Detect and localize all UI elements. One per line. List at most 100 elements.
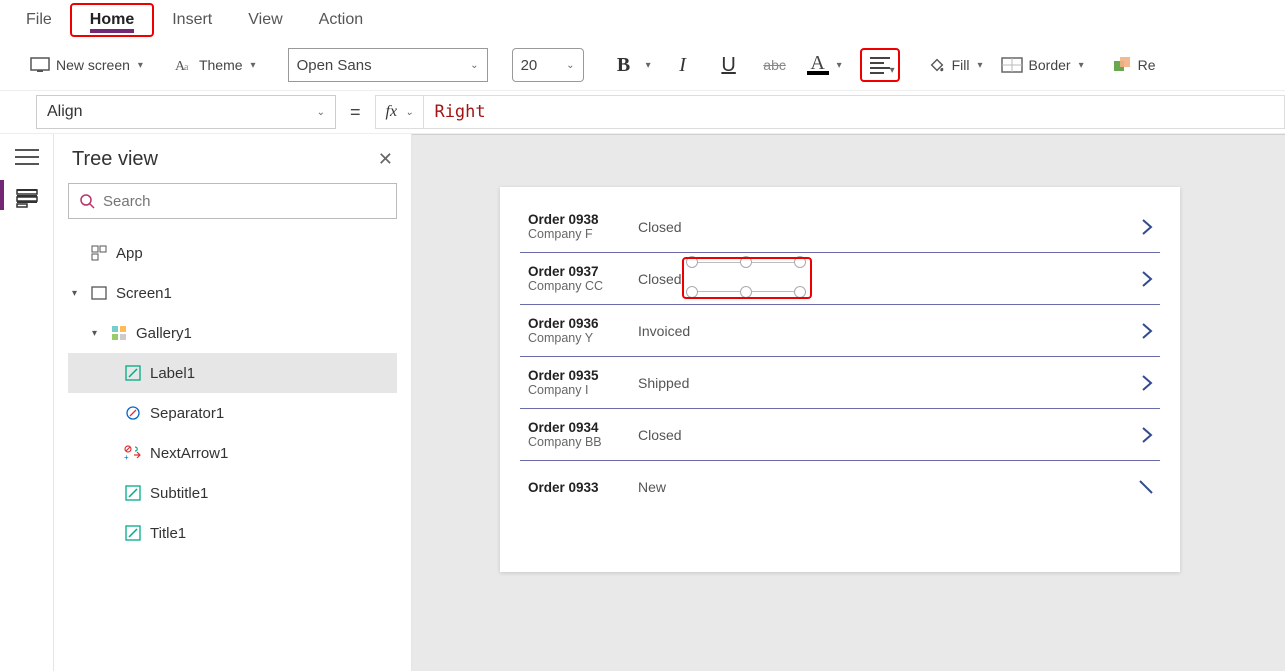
theme-button[interactable]: Aa Theme ▾ (175, 57, 256, 73)
order-status: Invoiced (638, 323, 1140, 339)
label-icon (124, 365, 142, 381)
underline-button[interactable]: U (715, 54, 743, 77)
tree-view-rail-button[interactable] (15, 186, 39, 204)
order-status: Closed (638, 219, 1140, 235)
gallery-row[interactable]: Order 0934Company BBClosed (520, 409, 1160, 461)
tree-search-input[interactable] (103, 193, 386, 210)
caret-icon: ▾ (92, 328, 102, 339)
next-arrow-icon[interactable] (1140, 425, 1154, 445)
chevron-down-icon: ▾ (837, 60, 842, 71)
next-arrow-icon[interactable] (1140, 321, 1154, 341)
tree-item-subtitle1[interactable]: Subtitle1 (68, 473, 397, 513)
label-icon (124, 485, 142, 501)
gallery-row[interactable]: Order 0938Company FClosed (520, 201, 1160, 253)
tab-action[interactable]: Action (301, 5, 381, 35)
svg-text:a: a (184, 62, 189, 73)
tree-item-separator1[interactable]: Separator1 (68, 393, 397, 433)
border-icon (1001, 57, 1023, 73)
font-size-value: 20 (521, 57, 538, 74)
font-color-button[interactable]: A ▾ (807, 55, 842, 75)
fx-button[interactable]: fx ⌄ (375, 95, 425, 129)
tree-item-app[interactable]: App (68, 233, 397, 273)
chevron-down-icon: ▾ (251, 60, 256, 71)
gallery-row[interactable]: Order 0936Company YInvoiced (520, 305, 1160, 357)
next-arrow-icon[interactable] (1140, 269, 1154, 289)
bold-button[interactable]: B▾ (610, 54, 651, 77)
gallery-row[interactable]: Order 0933New (520, 461, 1160, 513)
gallery-row[interactable]: Order 0937Company CCClosed (520, 253, 1160, 305)
fill-icon (928, 56, 946, 74)
order-title: Order 0938 (528, 212, 638, 227)
tab-home[interactable]: Home (70, 3, 154, 37)
next-arrow-icon[interactable] (1140, 217, 1154, 237)
tree-item-label1[interactable]: Label1 (68, 353, 397, 393)
order-status: Shipped (638, 375, 1140, 391)
tree-item-screen1[interactable]: ▾ Screen1 (68, 273, 397, 313)
app-icon (90, 245, 108, 261)
tree-item-label: App (116, 245, 143, 262)
reorder-label: Re (1138, 57, 1156, 73)
tree-item-label: Subtitle1 (150, 485, 208, 502)
tab-view[interactable]: View (230, 5, 300, 35)
reorder-icon (1112, 55, 1132, 75)
border-button[interactable]: Border ▾ (1001, 57, 1084, 73)
workspace: Tree view ✕ App ▾ Screen1 (0, 134, 1285, 671)
tree-item-gallery1[interactable]: ▾ Gallery1 (68, 313, 397, 353)
nextarrow-icon: + (124, 445, 142, 461)
chevron-down-icon: ▾ (890, 65, 895, 76)
tree-item-label: NextArrow1 (150, 445, 228, 462)
tree-view-panel: Tree view ✕ App ▾ Screen1 (54, 134, 412, 671)
fill-button[interactable]: Fill ▾ (928, 56, 983, 74)
italic-button[interactable]: I (669, 54, 697, 77)
gallery-row[interactable]: Order 0935Company IShipped (520, 357, 1160, 409)
equals-sign: = (350, 102, 361, 123)
fx-label: fx (386, 103, 398, 121)
next-arrow-icon[interactable] (1138, 479, 1154, 495)
font-family-value: Open Sans (297, 57, 372, 74)
selection-handles[interactable] (686, 262, 806, 292)
tree-item-label: Gallery1 (136, 325, 192, 342)
chevron-down-icon: ▾ (978, 60, 983, 71)
canvas[interactable]: Order 0938Company FClosedOrder 0937Compa… (412, 134, 1285, 671)
tree-item-label: Label1 (150, 365, 195, 382)
font-size-select[interactable]: 20 ⌄ (512, 48, 584, 82)
formula-input[interactable]: Right (424, 95, 1285, 129)
left-rail (0, 134, 54, 671)
tree-item-nextarrow1[interactable]: + NextArrow1 (68, 433, 397, 473)
hamburger-button[interactable] (15, 148, 39, 166)
caret-icon: ▾ (72, 288, 82, 299)
tab-file[interactable]: File (8, 5, 70, 35)
tree-item-label: Separator1 (150, 405, 224, 422)
screen-icon (30, 57, 50, 73)
toolbar: New screen ▾ Aa Theme ▾ Open Sans ⌄ 20 ⌄… (0, 40, 1285, 90)
property-select[interactable]: Align ⌄ (36, 95, 336, 129)
formula-bar: Align ⌄ = fx ⌄ Right (0, 90, 1285, 134)
app-screen-preview[interactable]: Order 0938Company FClosedOrder 0937Compa… (500, 187, 1180, 572)
ribbon-tabs: File Home Insert View Action (0, 0, 1285, 40)
order-title: Order 0936 (528, 316, 638, 331)
strikethrough-button[interactable]: abc (761, 57, 789, 73)
formula-value: Right (434, 102, 485, 122)
screen-icon (90, 286, 108, 300)
tab-insert[interactable]: Insert (154, 5, 230, 35)
chevron-down-icon: ⌄ (470, 60, 478, 71)
text-align-button[interactable]: ▾ (860, 48, 900, 82)
order-company: Company Y (528, 331, 638, 345)
separator-icon (124, 405, 142, 421)
order-company: Company CC (528, 279, 638, 293)
close-panel-button[interactable]: ✕ (378, 149, 393, 170)
chevron-down-icon: ⌄ (405, 107, 413, 118)
font-family-select[interactable]: Open Sans ⌄ (288, 48, 488, 82)
tree-item-title1[interactable]: Title1 (68, 513, 397, 553)
order-title: Order 0935 (528, 368, 638, 383)
order-status: New (638, 479, 1138, 495)
tree-list: App ▾ Screen1 ▾ Gallery1 Label1 (68, 233, 397, 553)
new-screen-button[interactable]: New screen ▾ (30, 57, 143, 73)
reorder-button[interactable]: Re (1112, 55, 1156, 75)
chevron-down-icon: ⌄ (317, 107, 325, 118)
next-arrow-icon[interactable] (1140, 373, 1154, 393)
order-status: Closed (638, 427, 1140, 443)
align-icon (870, 57, 890, 74)
tree-search[interactable] (68, 183, 397, 219)
bold-icon: B (610, 54, 638, 77)
